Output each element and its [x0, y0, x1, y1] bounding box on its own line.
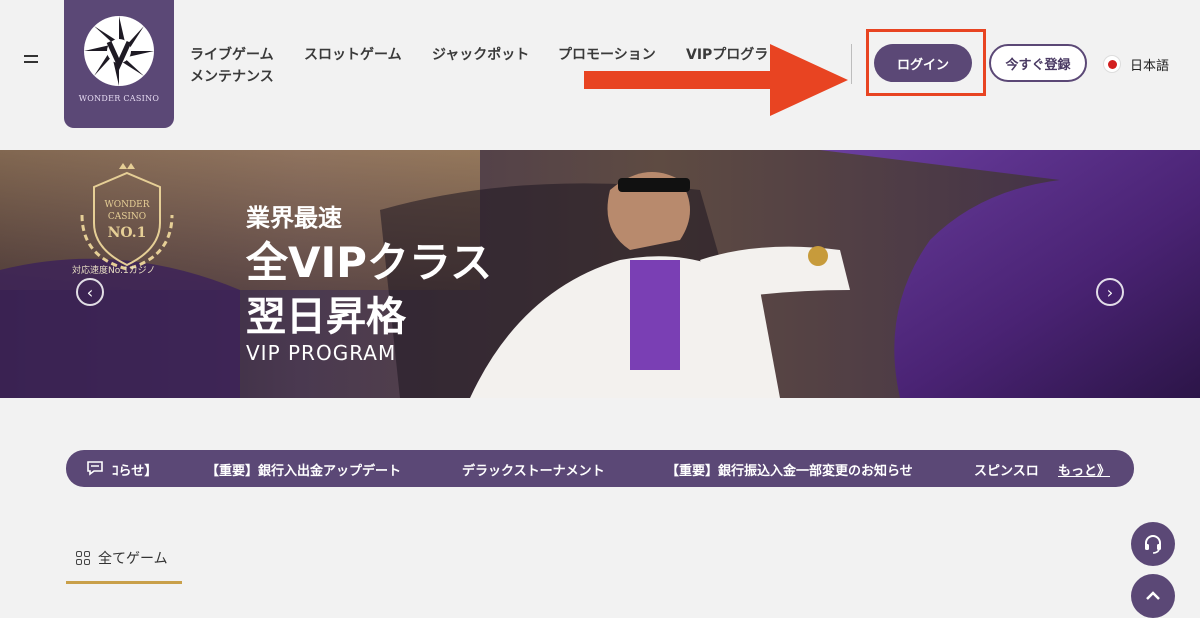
banner-line-3: 翌日昇格 — [246, 294, 406, 340]
carousel-next-button[interactable]: › — [1096, 278, 1124, 306]
chat-icon — [87, 461, 103, 476]
banner-line-2: 全VIPクラス — [246, 238, 493, 287]
logo-emblem-icon — [84, 16, 154, 86]
logo[interactable]: WONDER CASINO — [64, 0, 174, 128]
nav-item-live-games[interactable]: ライブゲーム — [190, 44, 274, 64]
nav-item-jackpot[interactable]: ジャックポット — [432, 44, 529, 64]
hamburger-menu-icon[interactable] — [24, 55, 38, 65]
scroll-top-button[interactable] — [1131, 574, 1175, 618]
banner-line-1: 業界最速 — [246, 204, 342, 232]
nav-item-maintenance[interactable]: メンテナンス — [190, 66, 274, 86]
badge-caption: 対応速度No.1カジノ — [72, 266, 156, 276]
ticker-item[interactable]: スピンスロ — [974, 460, 1039, 479]
ticker-item[interactable]: 【重要】銀行入出金アップデート — [206, 460, 401, 479]
badge-line-1: WONDER — [104, 200, 149, 210]
hero-banner[interactable]: WONDER CASINO NO.1 対応速度No.1カジノ 業界最速 全VIP… — [0, 150, 1200, 398]
badge-line-2: CASINO — [108, 212, 146, 222]
carousel-prev-button[interactable]: ‹ — [76, 278, 104, 306]
banner-line-4: VIP PROGRAM — [246, 341, 397, 365]
award-badge-icon: WONDER CASINO NO.1 — [80, 163, 174, 271]
nav-item-slot-games[interactable]: スロットゲーム — [304, 44, 402, 64]
tab-all-games-label: 全てゲーム — [98, 551, 168, 567]
ticker-more-link[interactable]: もっと》 — [1058, 460, 1110, 479]
badge-line-3: NO.1 — [108, 225, 147, 241]
annotation-arrow-icon — [584, 44, 848, 116]
japan-flag-icon — [1104, 56, 1120, 72]
ticker-item[interactable]: ｺらせ】 — [112, 460, 157, 479]
language-selector[interactable]: 日本語 — [1104, 54, 1169, 74]
news-ticker: ｺらせ】 【重要】銀行入出金アップデート デラックストーナメント 【重要】銀行振… — [66, 450, 1134, 487]
chevron-up-icon — [1146, 591, 1160, 600]
register-button[interactable]: 今すぐ登録 — [989, 44, 1087, 82]
grid-icon — [76, 551, 90, 565]
chevron-left-icon: ‹ — [86, 282, 94, 302]
logo-text: WONDER CASINO — [78, 94, 160, 103]
tab-all-games[interactable]: 全てゲーム — [66, 548, 182, 584]
support-button[interactable] — [1131, 522, 1175, 566]
ticker-item[interactable]: デラックストーナメント — [462, 460, 605, 479]
headset-icon — [1145, 535, 1161, 554]
ticker-item[interactable]: 【重要】銀行振込入金一部変更のお知らせ — [666, 460, 913, 479]
chevron-right-icon: › — [1106, 282, 1114, 302]
login-button[interactable]: ログイン — [874, 44, 972, 82]
banner-headline: 業界最速 全VIPクラス 翌日昇格 VIP PROGRAM — [246, 198, 492, 365]
language-label: 日本語 — [1130, 58, 1170, 74]
